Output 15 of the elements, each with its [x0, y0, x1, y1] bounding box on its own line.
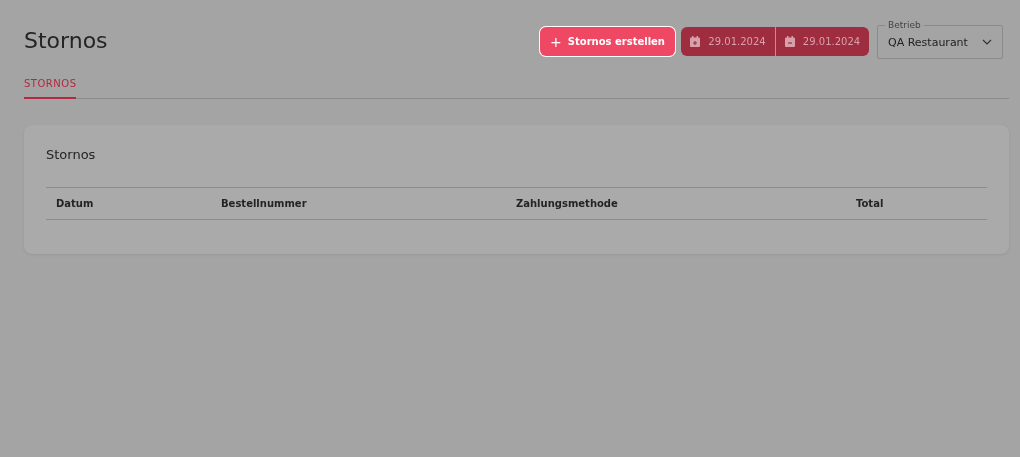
page-title: Stornos	[24, 27, 108, 55]
select-value: QA Restaurant	[888, 35, 968, 49]
column-header: Datum	[56, 198, 95, 209]
tab[interactable]: STORNOS	[24, 78, 77, 99]
card-title: Stornos	[46, 147, 97, 162]
column-header: Zahlungsmethode	[516, 198, 619, 209]
start-date-button[interactable]: 29.01.2024	[681, 27, 775, 56]
column-header: Total	[856, 198, 885, 209]
create-button[interactable]: + Stornos erstellen	[540, 27, 675, 56]
select-label: Betrieb	[885, 19, 924, 31]
calendar-icon	[784, 36, 795, 47]
calendar-icon	[690, 36, 701, 47]
column-header: Bestellnummer	[221, 198, 308, 209]
chevron-down-icon	[982, 39, 992, 45]
end-date-button[interactable]: 29.01.2024	[775, 27, 869, 56]
